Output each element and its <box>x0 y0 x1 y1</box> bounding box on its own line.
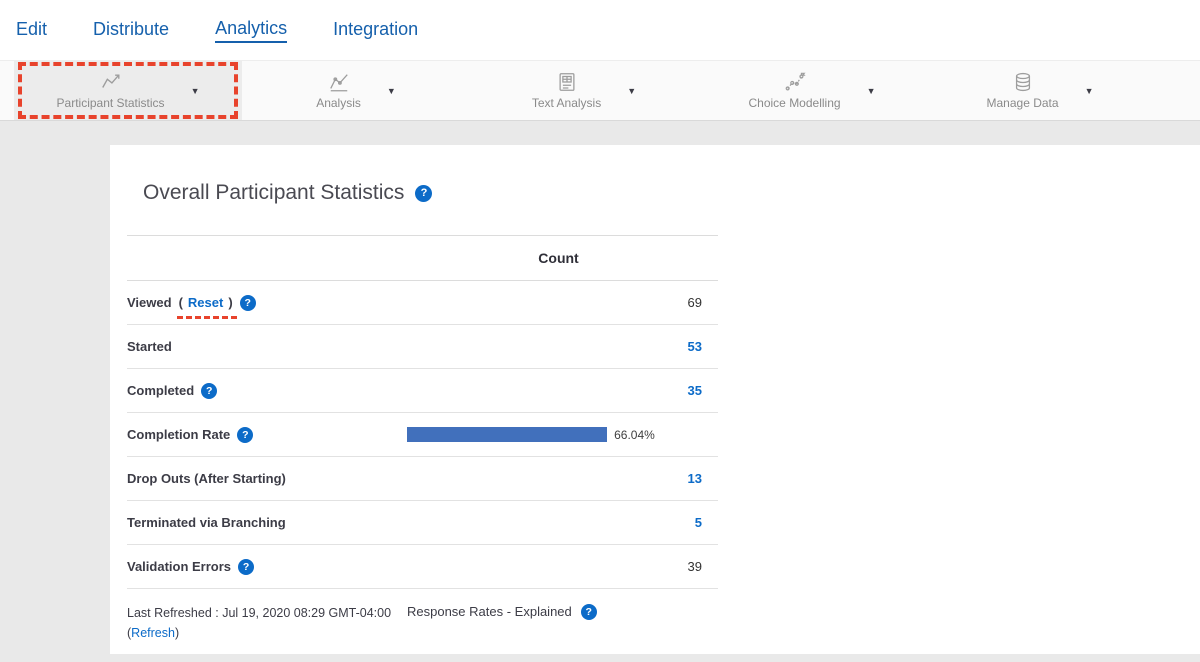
analytics-toolbar: Participant Statistics Analysis <box>0 60 1200 121</box>
toolbar-item-label: Manage Data <box>987 96 1059 110</box>
help-icon[interactable] <box>201 383 217 399</box>
completion-rate-value: 66.04% <box>614 428 655 442</box>
close-paren: ) <box>175 626 179 640</box>
table-row-terminated: Terminated via Branching 5 <box>127 501 718 545</box>
completion-rate-bar-fill <box>407 427 607 442</box>
participant-statistics-chart-icon <box>99 71 123 93</box>
row-value: 53 <box>407 339 710 354</box>
content-area: Overall Participant Statistics Count Vie… <box>0 122 1200 662</box>
participant-statistics-card: Overall Participant Statistics Count Vie… <box>110 145 1200 654</box>
nav-item-distribute[interactable]: Distribute <box>93 19 169 42</box>
table-row-completed: Completed 35 <box>127 369 718 413</box>
database-icon <box>1011 71 1035 93</box>
help-icon[interactable] <box>581 604 597 620</box>
table-footer: Last Refreshed : Jul 19, 2020 08:29 GMT-… <box>127 589 718 643</box>
statistics-table: Count Viewed ( Reset ) 69 Star <box>127 235 718 643</box>
open-paren: ( <box>179 295 183 310</box>
row-label: Validation Errors <box>127 559 231 574</box>
response-rates-explained: Response Rates - Explained <box>407 603 597 643</box>
toolbar-item-label: Choice Modelling <box>749 96 841 110</box>
chevron-down-icon[interactable] <box>1085 86 1094 96</box>
row-value: 69 <box>407 295 710 310</box>
toolbar-item-text-analysis[interactable]: Text Analysis <box>470 61 698 120</box>
row-label: Viewed <box>127 295 172 310</box>
reset-link[interactable]: Reset <box>188 295 223 310</box>
toolbar-item-analysis[interactable]: Analysis <box>242 61 470 120</box>
table-row-started: Started 53 <box>127 325 718 369</box>
help-icon[interactable] <box>240 295 256 311</box>
close-paren: ) <box>228 295 232 310</box>
nav-item-integration[interactable]: Integration <box>333 19 418 42</box>
toolbar-item-label: Participant Statistics <box>57 96 165 110</box>
chevron-down-icon[interactable] <box>191 86 200 96</box>
row-value: 39 <box>407 559 710 574</box>
analysis-chart-icon <box>327 71 351 93</box>
help-icon[interactable] <box>415 185 432 202</box>
chevron-down-icon[interactable] <box>867 86 876 96</box>
nav-item-analytics[interactable]: Analytics <box>215 18 287 43</box>
annotation-underline <box>177 316 237 319</box>
help-icon[interactable] <box>238 559 254 575</box>
table-row-drop-outs: Drop Outs (After Starting) 13 <box>127 457 718 501</box>
last-refreshed-text: Last Refreshed : Jul 19, 2020 08:29 GMT-… <box>127 603 407 643</box>
toolbar-item-label: Analysis <box>316 96 361 110</box>
chevron-down-icon[interactable] <box>627 86 636 96</box>
completion-rate-bar: 66.04% <box>407 427 710 442</box>
choice-modelling-scatter-icon <box>783 71 807 93</box>
toolbar-item-choice-modelling[interactable]: Choice Modelling <box>698 61 926 120</box>
row-label: Terminated via Branching <box>127 515 286 530</box>
row-value: 5 <box>407 515 710 530</box>
help-icon[interactable] <box>237 427 253 443</box>
row-label: Completion Rate <box>127 427 230 442</box>
page-title: Overall Participant Statistics <box>143 181 404 205</box>
nav-item-edit[interactable]: Edit <box>16 19 47 42</box>
text-analysis-grid-icon <box>555 71 579 93</box>
table-row-viewed: Viewed ( Reset ) 69 <box>127 281 718 325</box>
chevron-down-icon[interactable] <box>387 86 396 96</box>
row-value: 13 <box>407 471 710 486</box>
toolbar-item-participant-statistics[interactable]: Participant Statistics <box>14 61 242 120</box>
refresh-link[interactable]: Refresh <box>131 626 175 640</box>
row-label: Drop Outs (After Starting) <box>127 471 286 486</box>
table-row-completion-rate: Completion Rate 66.04% <box>127 413 718 457</box>
count-column-header: Count <box>407 250 710 266</box>
row-label: Completed <box>127 383 194 398</box>
toolbar-item-label: Text Analysis <box>532 96 601 110</box>
row-label: Started <box>127 339 172 354</box>
toolbar-item-manage-data[interactable]: Manage Data <box>926 61 1154 120</box>
table-header: Count <box>127 235 718 281</box>
table-row-validation-errors: Validation Errors 39 <box>127 545 718 589</box>
response-rates-label: Response Rates - Explained <box>407 604 572 619</box>
top-nav: Edit Distribute Analytics Integration <box>0 0 1200 60</box>
row-value: 35 <box>407 383 710 398</box>
